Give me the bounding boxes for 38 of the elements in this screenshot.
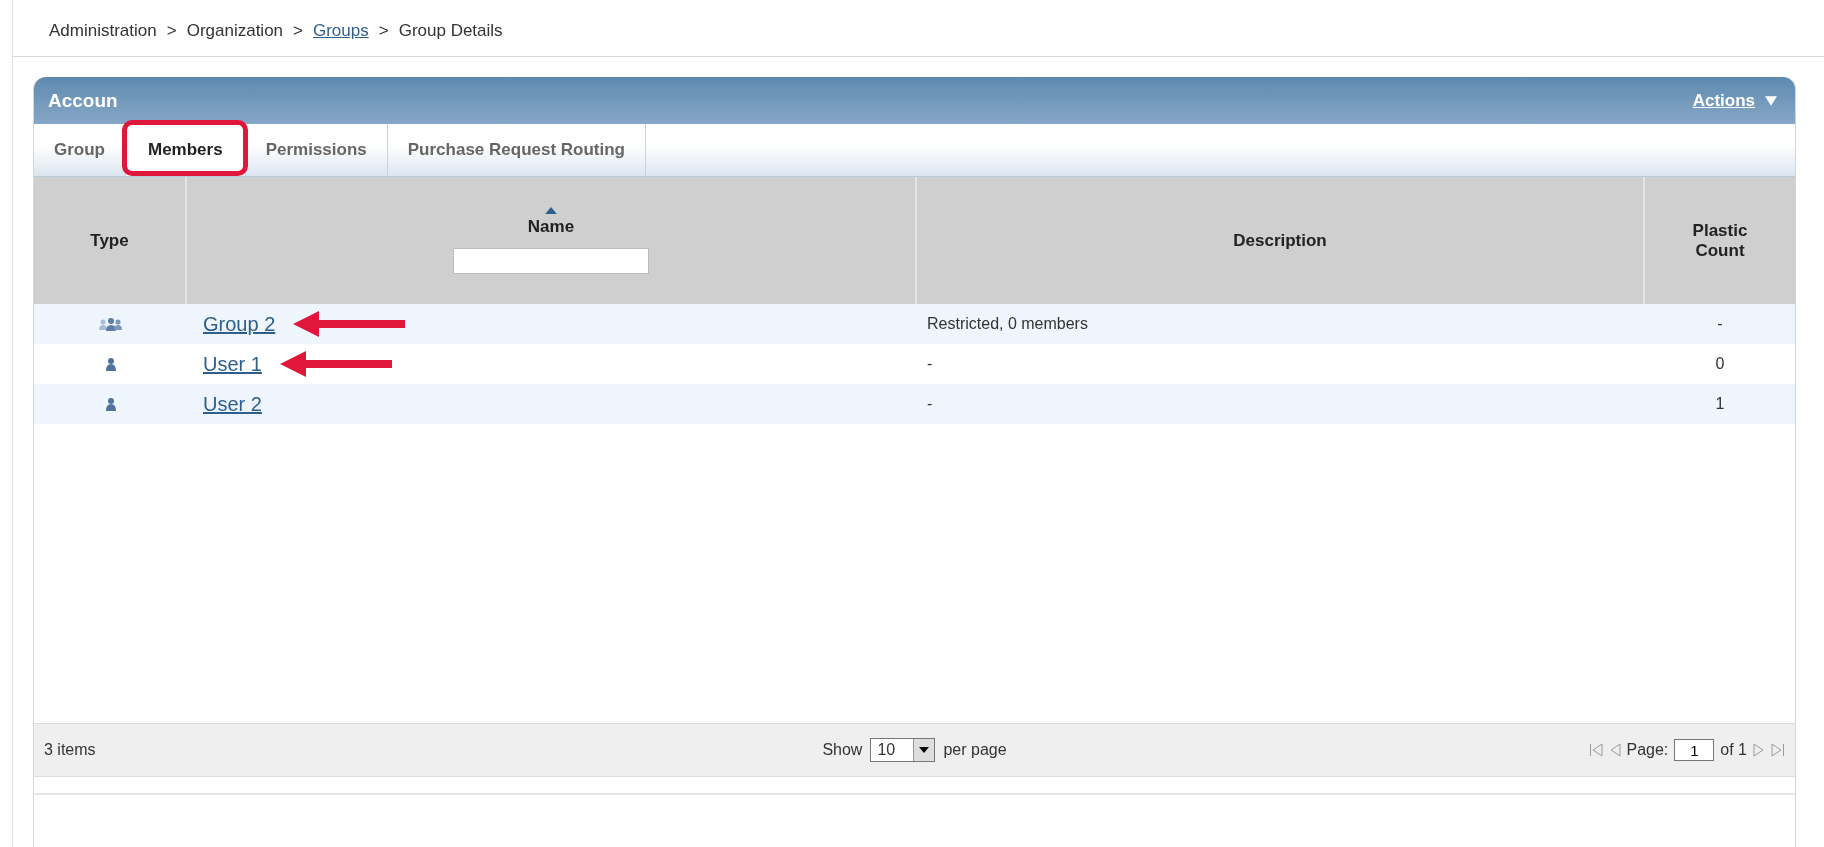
- breadcrumb-separator: >: [166, 21, 177, 41]
- page-label: Page:: [1626, 741, 1669, 759]
- table-cell: -: [1717, 315, 1723, 333]
- member-link[interactable]: User 1: [203, 352, 262, 376]
- breadcrumb-link[interactable]: Groups: [313, 21, 369, 41]
- previous-page-icon[interactable]: [1608, 743, 1621, 757]
- tab[interactable]: Purchase Request Routing: [387, 124, 646, 176]
- filter-field[interactable]: [453, 248, 649, 274]
- column-title: Description: [1233, 230, 1327, 251]
- first-page-icon[interactable]: [1588, 743, 1603, 757]
- table-cell: -: [927, 395, 933, 413]
- breadcrumb-separator: >: [378, 21, 389, 41]
- page-field[interactable]: 1: [1674, 739, 1715, 761]
- column-title: Type: [90, 230, 129, 251]
- member-link[interactable]: User 2: [203, 392, 262, 416]
- breadcrumb-item: Group Details: [398, 21, 503, 41]
- last-page-icon[interactable]: [1771, 743, 1785, 757]
- show-label: Show: [822, 741, 863, 759]
- page-total: of 1: [1720, 741, 1747, 759]
- breadcrumb-item: Administration: [49, 21, 157, 41]
- table-cell: Restricted, 0 members: [927, 315, 1088, 333]
- tab[interactable]: Group: [34, 124, 126, 176]
- member-link[interactable]: Group 2: [203, 312, 276, 336]
- column-title: Plastic Count: [1691, 220, 1749, 261]
- table-cell: -: [927, 355, 933, 373]
- column-title: Name: [527, 217, 575, 237]
- page-size-select[interactable]: 10: [870, 738, 936, 762]
- caret-icon[interactable]: [919, 747, 930, 753]
- breadcrumb-separator: >: [293, 21, 303, 41]
- item-count: 3 items: [44, 741, 97, 759]
- tab[interactable]: Permissions: [245, 124, 388, 176]
- column-header[interactable]: Plastic Count: [1645, 177, 1795, 304]
- breadcrumb-item: Organization: [186, 21, 284, 41]
- table-cell: 1: [1715, 395, 1725, 413]
- next-page-icon[interactable]: [1753, 743, 1765, 757]
- table-cell: 0: [1715, 355, 1725, 373]
- panel-title: Accoun: [48, 89, 118, 112]
- per-page-label: per page: [943, 741, 1007, 759]
